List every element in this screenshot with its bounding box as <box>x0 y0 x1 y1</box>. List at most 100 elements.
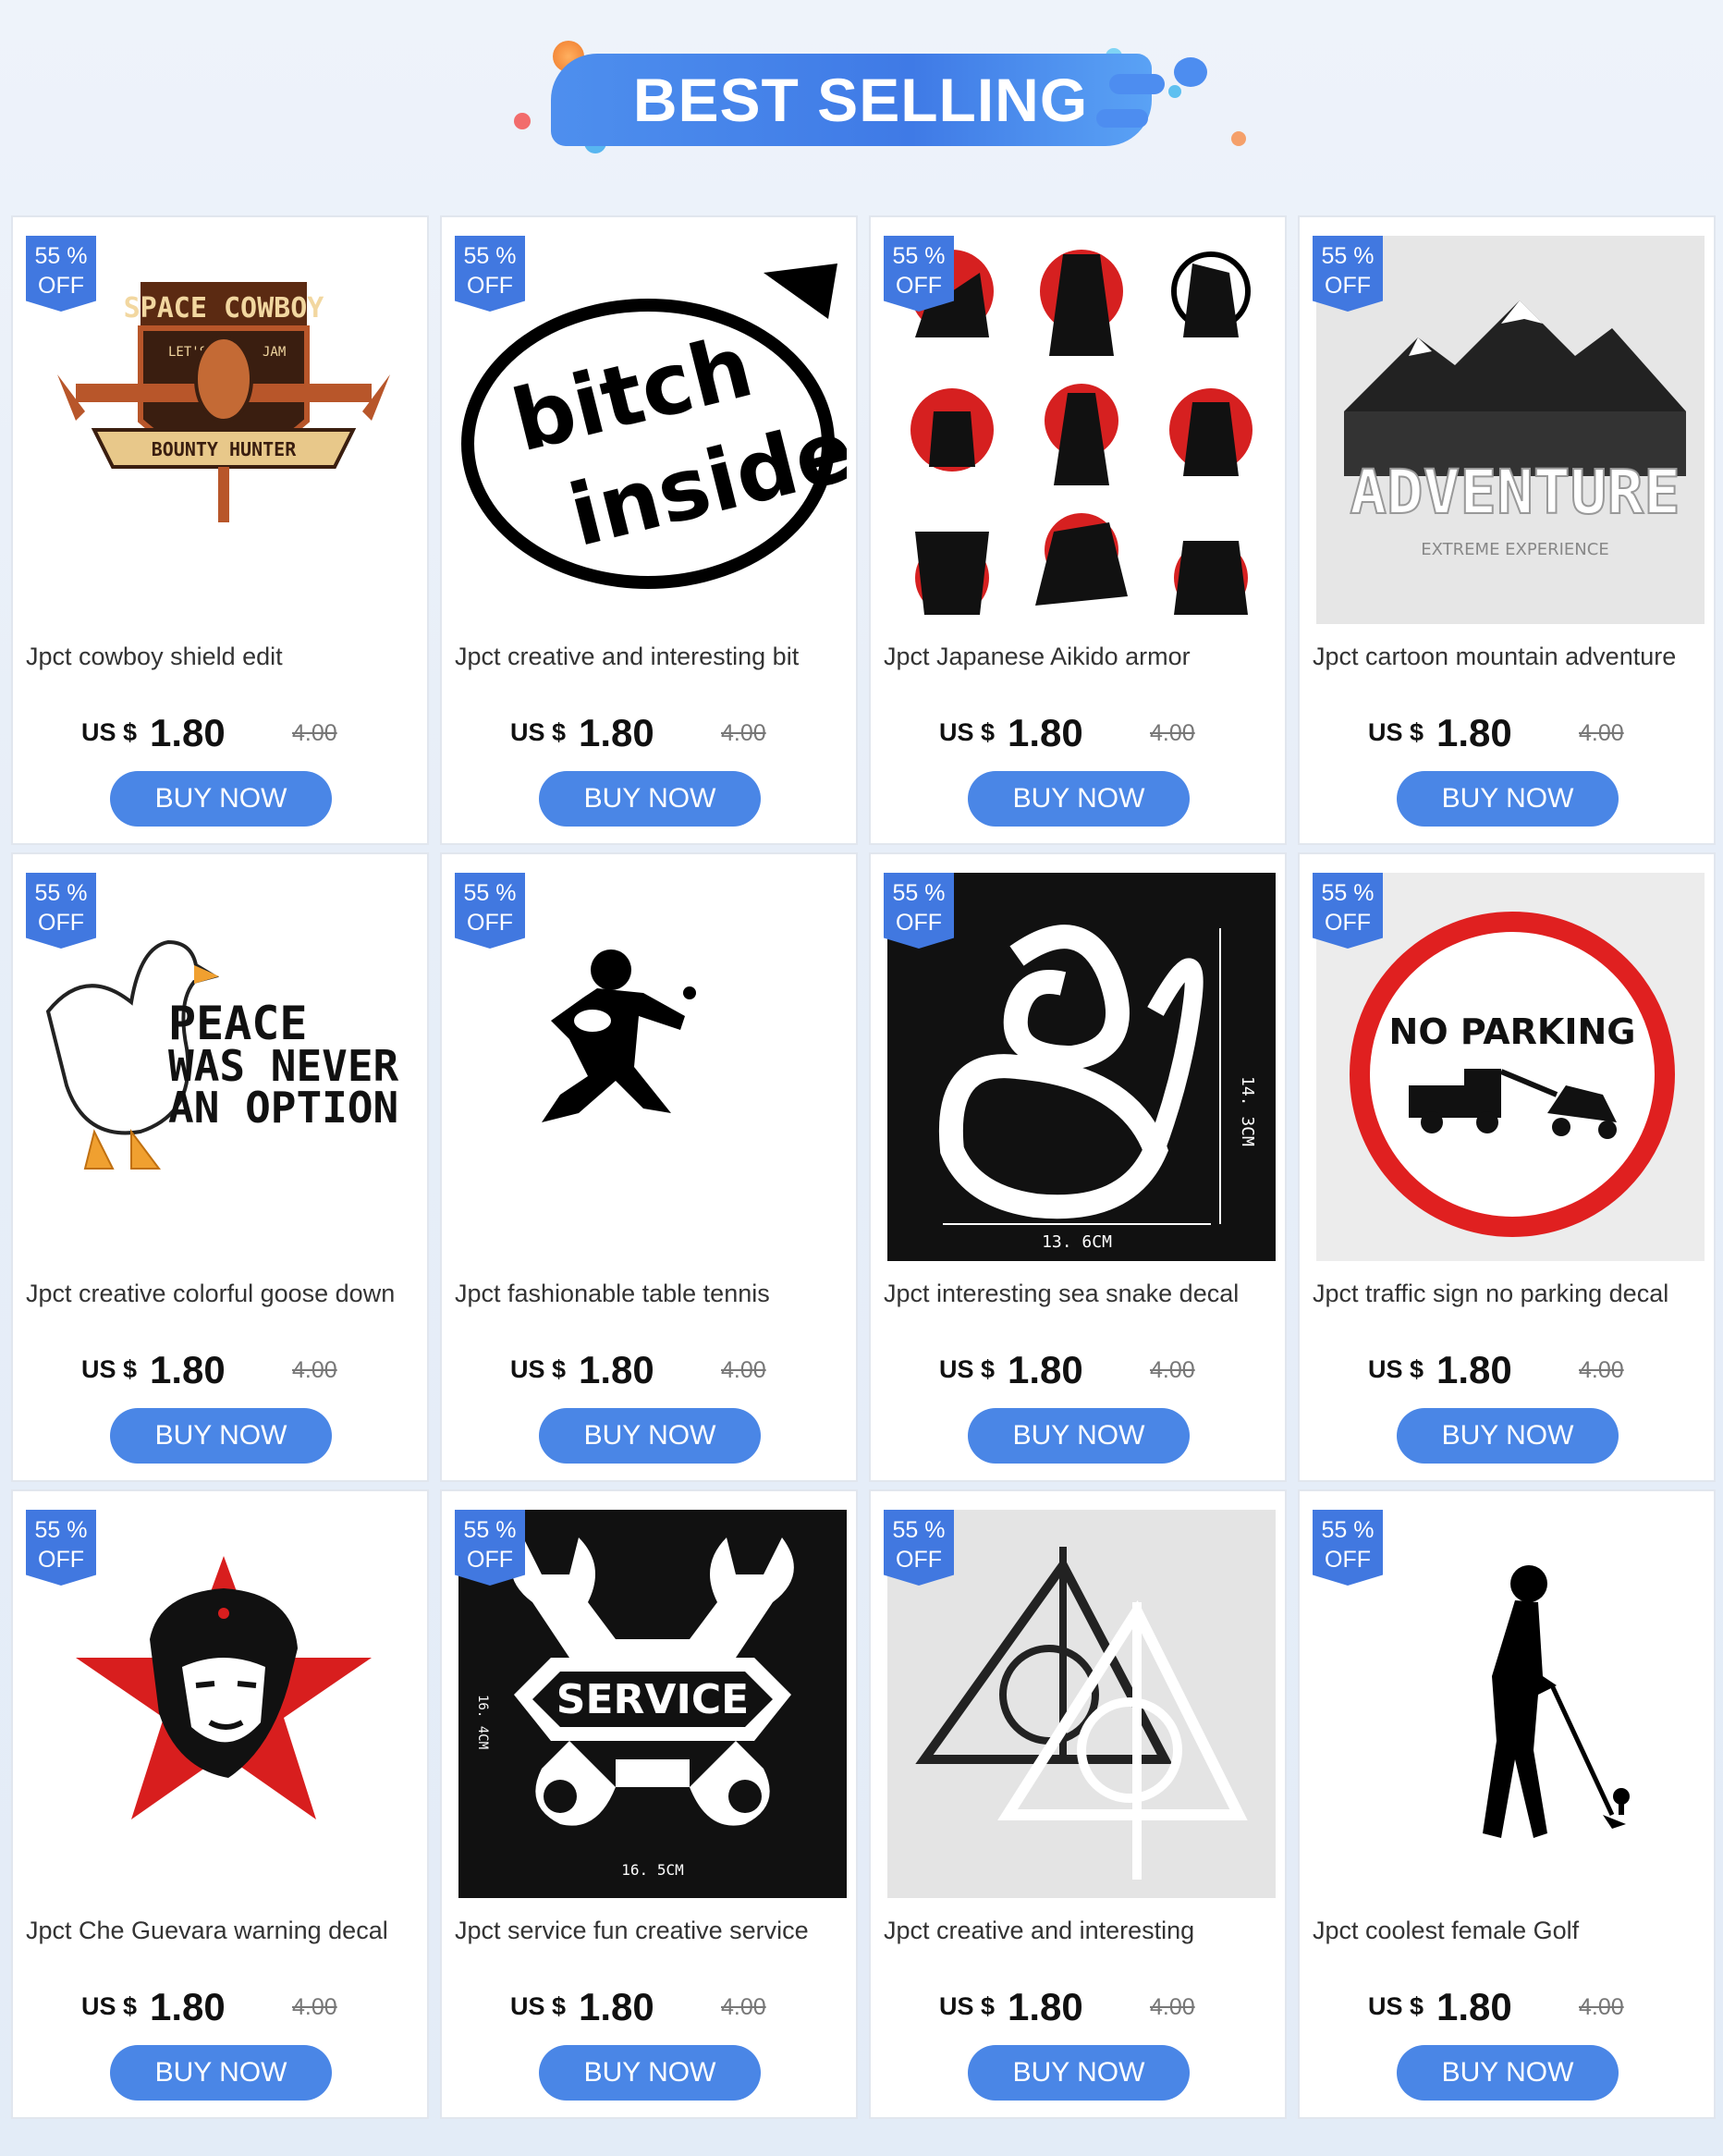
product-title[interactable]: Jpct creative and interesting bit <box>455 643 850 671</box>
price-row: US $ 1.80 4.00 <box>13 707 431 754</box>
product-card[interactable]: 55 % OFF Jpct creative and interesting US… <box>869 1489 1287 2119</box>
product-title[interactable]: Jpct cartoon mountain adventure <box>1313 643 1708 671</box>
discount-badge: 55 % OFF <box>455 236 525 312</box>
sale-price: 1.80 <box>579 711 654 754</box>
buy-now-button[interactable]: BUY NOW <box>968 1408 1190 1464</box>
badge-off: OFF <box>896 1547 942 1573</box>
buy-now-button[interactable]: BUY NOW <box>110 2045 332 2101</box>
product-grid: 55 % OFF SPACE COWBOY LET'S JAM BOUNTY HU… <box>11 215 1716 2119</box>
currency-label: US $ <box>510 718 567 746</box>
product-card[interactable]: 55 % OFF Jpct Japanese Aikido armor US $… <box>869 215 1287 845</box>
currency-label: US $ <box>939 1992 996 2020</box>
currency-label: US $ <box>939 1355 996 1383</box>
product-card[interactable]: 55 % OFF SPACE COWBOY LET'S JAM BOUNTY HU… <box>11 215 429 845</box>
buy-now-button[interactable]: BUY NOW <box>968 2045 1190 2101</box>
image-text: BOUNTY HUNTER <box>152 438 297 460</box>
product-title[interactable]: Jpct creative colorful goose down <box>26 1280 422 1308</box>
buy-now-button[interactable]: BUY NOW <box>539 2045 761 2101</box>
original-price: 4.00 <box>1579 720 1624 746</box>
product-card[interactable]: 55 % OFF Jpct fashionable table tennis US… <box>440 852 858 1482</box>
discount-badge: 55 % OFF <box>884 236 954 312</box>
currency-label: US $ <box>1368 1355 1424 1383</box>
currency-label: US $ <box>510 1992 567 2020</box>
discount-badge: 55 % OFF <box>455 873 525 949</box>
buy-now-button[interactable]: BUY NOW <box>110 771 332 827</box>
sale-price: 1.80 <box>579 1348 654 1391</box>
discount-badge: 55 % OFF <box>26 873 96 949</box>
price-row: US $ 1.80 4.00 <box>1300 1981 1717 2028</box>
buy-now-button[interactable]: BUY NOW <box>1397 1408 1619 1464</box>
product-card[interactable]: 55 % OFF Jpct Che Guevara warning decal U… <box>11 1489 429 2119</box>
badge-percent: 55 % <box>34 1517 88 1543</box>
buy-now-button[interactable]: BUY NOW <box>968 771 1190 827</box>
product-title[interactable]: Jpct traffic sign no parking decal <box>1313 1280 1708 1308</box>
badge-off: OFF <box>467 1547 513 1573</box>
sale-price: 1.80 <box>1008 1985 1083 2028</box>
best-selling-banner: BEST SELLING <box>0 0 1723 211</box>
badge-percent: 55 % <box>463 243 517 269</box>
discount-badge: 55 % OFF <box>26 1510 96 1586</box>
sale-price: 1.80 <box>150 711 226 754</box>
price-row: US $ 1.80 4.00 <box>871 1981 1289 2028</box>
badge-off: OFF <box>1325 1547 1371 1573</box>
original-price: 4.00 <box>1579 1994 1624 2020</box>
product-card[interactable]: 55 % OFF SERVICE 16. 4CM 16. 5CM Jpct ser… <box>440 1489 858 2119</box>
product-card[interactable]: 55 % OFF PEACE WAS NEVER AN OPTION Jpct c… <box>11 852 429 1482</box>
discount-badge: 55 % OFF <box>1313 873 1383 949</box>
original-price: 4.00 <box>1579 1357 1624 1383</box>
image-text: 14. 3CM <box>1238 1076 1257 1146</box>
product-card[interactable]: 55 % OFF bitch inside Jpct creative and i… <box>440 215 858 845</box>
price-row: US $ 1.80 4.00 <box>442 1981 860 2028</box>
image-text: SPACE COWBOY <box>124 292 324 325</box>
product-title[interactable]: Jpct interesting sea snake decal <box>884 1280 1279 1308</box>
price-row: US $ 1.80 4.00 <box>1300 707 1717 754</box>
sale-price: 1.80 <box>1436 1348 1512 1391</box>
product-title[interactable]: Jpct Che Guevara warning decal <box>26 1917 422 1945</box>
product-title[interactable]: Jpct creative and interesting <box>884 1917 1279 1945</box>
buy-now-button[interactable]: BUY NOW <box>1397 771 1619 827</box>
badge-percent: 55 % <box>1321 1517 1375 1543</box>
original-price: 4.00 <box>292 1994 337 2020</box>
sale-price: 1.80 <box>150 1348 226 1391</box>
product-card[interactable]: 55 % OFF 14. 3CM 13. 6CM Jpct interesting… <box>869 852 1287 1482</box>
sale-price: 1.80 <box>1008 1348 1083 1391</box>
badge-percent: 55 % <box>1321 243 1375 269</box>
decor-line <box>1174 57 1207 87</box>
price-row: US $ 1.80 4.00 <box>13 1981 431 2028</box>
badge-percent: 55 % <box>892 880 946 906</box>
original-price: 4.00 <box>721 1357 766 1383</box>
product-card[interactable]: 55 % OFF NO PARKING Jpct traffic sign no … <box>1298 852 1716 1482</box>
badge-percent: 55 % <box>892 243 946 269</box>
sale-price: 1.80 <box>1436 711 1512 754</box>
product-title[interactable]: Jpct Japanese Aikido armor <box>884 643 1279 671</box>
badge-off: OFF <box>1325 910 1371 936</box>
product-title[interactable]: Jpct cowboy shield edit <box>26 643 422 671</box>
discount-badge: 55 % OFF <box>884 1510 954 1586</box>
decor-dot <box>514 113 531 129</box>
buy-now-button[interactable]: BUY NOW <box>539 1408 761 1464</box>
product-card[interactable]: 55 % OFF Jpct coolest female Golf US $ 1.… <box>1298 1489 1716 2119</box>
product-title[interactable]: Jpct coolest female Golf <box>1313 1917 1708 1945</box>
buy-now-button[interactable]: BUY NOW <box>110 1408 332 1464</box>
currency-label: US $ <box>510 1355 567 1383</box>
currency-label: US $ <box>1368 1992 1424 2020</box>
product-title[interactable]: Jpct service fun creative service <box>455 1917 850 1945</box>
image-text: JAM <box>263 345 286 360</box>
currency-label: US $ <box>939 718 996 746</box>
badge-percent: 55 % <box>34 880 88 906</box>
product-card[interactable]: 55 % OFF ADVENTURE EXTREME EXPERIENCE Jpc… <box>1298 215 1716 845</box>
discount-badge: 55 % OFF <box>1313 1510 1383 1586</box>
banner-title: BEST SELLING <box>632 66 1089 134</box>
decor-dot <box>1231 131 1246 146</box>
original-price: 4.00 <box>721 720 766 746</box>
badge-percent: 55 % <box>463 1517 517 1543</box>
price-row: US $ 1.80 4.00 <box>871 707 1289 754</box>
image-text: NO PARKING <box>1389 1011 1636 1052</box>
buy-now-button[interactable]: BUY NOW <box>1397 2045 1619 2101</box>
product-title[interactable]: Jpct fashionable table tennis <box>455 1280 850 1308</box>
buy-now-button[interactable]: BUY NOW <box>539 771 761 827</box>
badge-off: OFF <box>467 273 513 299</box>
price-row: US $ 1.80 4.00 <box>1300 1344 1717 1391</box>
badge-off: OFF <box>38 910 84 936</box>
image-text: 13. 6CM <box>1042 1232 1112 1252</box>
